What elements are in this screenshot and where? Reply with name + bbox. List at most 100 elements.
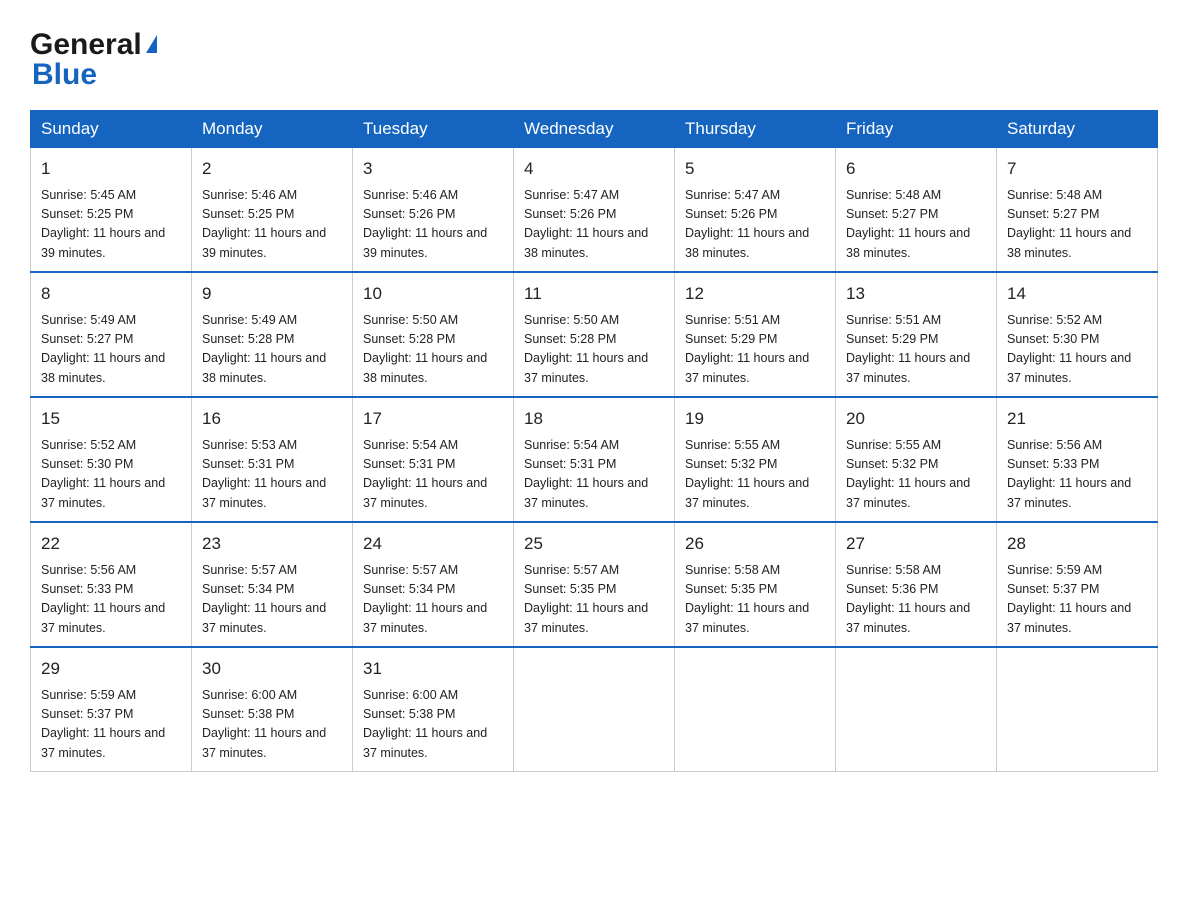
day-number: 24: [363, 531, 503, 557]
cell-info: Sunrise: 5:58 AM Sunset: 5:36 PM Dayligh…: [846, 561, 986, 639]
sunset-label: Sunset: 5:29 PM: [846, 332, 938, 346]
sunrise-label: Sunrise: 5:54 AM: [524, 438, 619, 452]
weekday-header-saturday: Saturday: [997, 111, 1158, 148]
calendar-cell: 22 Sunrise: 5:56 AM Sunset: 5:33 PM Dayl…: [31, 522, 192, 647]
sunrise-label: Sunrise: 5:55 AM: [846, 438, 941, 452]
sunset-label: Sunset: 5:34 PM: [363, 582, 455, 596]
calendar-cell: 5 Sunrise: 5:47 AM Sunset: 5:26 PM Dayli…: [675, 148, 836, 273]
cell-info: Sunrise: 5:57 AM Sunset: 5:34 PM Dayligh…: [363, 561, 503, 639]
sunset-label: Sunset: 5:32 PM: [846, 457, 938, 471]
calendar-cell: [836, 647, 997, 772]
sunset-label: Sunset: 5:31 PM: [202, 457, 294, 471]
cell-info: Sunrise: 5:50 AM Sunset: 5:28 PM Dayligh…: [363, 311, 503, 389]
day-number: 25: [524, 531, 664, 557]
sunrise-label: Sunrise: 5:46 AM: [363, 188, 458, 202]
cell-info: Sunrise: 5:47 AM Sunset: 5:26 PM Dayligh…: [524, 186, 664, 264]
sunrise-label: Sunrise: 5:54 AM: [363, 438, 458, 452]
sunset-label: Sunset: 5:31 PM: [363, 457, 455, 471]
sunset-label: Sunset: 5:32 PM: [685, 457, 777, 471]
sunrise-label: Sunrise: 5:45 AM: [41, 188, 136, 202]
weekday-header-sunday: Sunday: [31, 111, 192, 148]
calendar-cell: 16 Sunrise: 5:53 AM Sunset: 5:31 PM Dayl…: [192, 397, 353, 522]
sunset-label: Sunset: 5:35 PM: [685, 582, 777, 596]
sunrise-label: Sunrise: 5:51 AM: [685, 313, 780, 327]
calendar-cell: 21 Sunrise: 5:56 AM Sunset: 5:33 PM Dayl…: [997, 397, 1158, 522]
day-number: 31: [363, 656, 503, 682]
sunset-label: Sunset: 5:26 PM: [363, 207, 455, 221]
calendar-cell: 26 Sunrise: 5:58 AM Sunset: 5:35 PM Dayl…: [675, 522, 836, 647]
sunrise-label: Sunrise: 5:55 AM: [685, 438, 780, 452]
cell-info: Sunrise: 5:48 AM Sunset: 5:27 PM Dayligh…: [1007, 186, 1147, 264]
cell-info: Sunrise: 5:58 AM Sunset: 5:35 PM Dayligh…: [685, 561, 825, 639]
logo-triangle-icon: [146, 35, 157, 53]
day-number: 4: [524, 156, 664, 182]
day-number: 2: [202, 156, 342, 182]
calendar-cell: 18 Sunrise: 5:54 AM Sunset: 5:31 PM Dayl…: [514, 397, 675, 522]
calendar-cell: 6 Sunrise: 5:48 AM Sunset: 5:27 PM Dayli…: [836, 148, 997, 273]
calendar-cell: 23 Sunrise: 5:57 AM Sunset: 5:34 PM Dayl…: [192, 522, 353, 647]
sunset-label: Sunset: 5:28 PM: [524, 332, 616, 346]
daylight-label: Daylight: 11 hours and 38 minutes.: [846, 226, 970, 259]
day-number: 5: [685, 156, 825, 182]
sunset-label: Sunset: 5:28 PM: [363, 332, 455, 346]
daylight-label: Daylight: 11 hours and 37 minutes.: [363, 726, 487, 759]
sunset-label: Sunset: 5:37 PM: [1007, 582, 1099, 596]
sunset-label: Sunset: 5:26 PM: [524, 207, 616, 221]
day-number: 27: [846, 531, 986, 557]
calendar-week-3: 15 Sunrise: 5:52 AM Sunset: 5:30 PM Dayl…: [31, 397, 1158, 522]
cell-info: Sunrise: 5:59 AM Sunset: 5:37 PM Dayligh…: [1007, 561, 1147, 639]
calendar-cell: 28 Sunrise: 5:59 AM Sunset: 5:37 PM Dayl…: [997, 522, 1158, 647]
sunset-label: Sunset: 5:30 PM: [41, 457, 133, 471]
calendar-cell: 10 Sunrise: 5:50 AM Sunset: 5:28 PM Dayl…: [353, 272, 514, 397]
day-number: 16: [202, 406, 342, 432]
day-number: 6: [846, 156, 986, 182]
daylight-label: Daylight: 11 hours and 37 minutes.: [202, 601, 326, 634]
sunrise-label: Sunrise: 5:49 AM: [41, 313, 136, 327]
sunrise-label: Sunrise: 5:56 AM: [1007, 438, 1102, 452]
calendar-cell: 8 Sunrise: 5:49 AM Sunset: 5:27 PM Dayli…: [31, 272, 192, 397]
sunrise-label: Sunrise: 6:00 AM: [202, 688, 297, 702]
cell-info: Sunrise: 5:57 AM Sunset: 5:35 PM Dayligh…: [524, 561, 664, 639]
daylight-label: Daylight: 11 hours and 39 minutes.: [41, 226, 165, 259]
daylight-label: Daylight: 11 hours and 37 minutes.: [524, 601, 648, 634]
weekday-header-wednesday: Wednesday: [514, 111, 675, 148]
sunrise-label: Sunrise: 5:57 AM: [202, 563, 297, 577]
sunrise-label: Sunrise: 5:59 AM: [1007, 563, 1102, 577]
daylight-label: Daylight: 11 hours and 37 minutes.: [685, 601, 809, 634]
cell-info: Sunrise: 5:51 AM Sunset: 5:29 PM Dayligh…: [685, 311, 825, 389]
sunset-label: Sunset: 5:38 PM: [202, 707, 294, 721]
daylight-label: Daylight: 11 hours and 37 minutes.: [846, 476, 970, 509]
calendar-cell: 7 Sunrise: 5:48 AM Sunset: 5:27 PM Dayli…: [997, 148, 1158, 273]
weekday-header-tuesday: Tuesday: [353, 111, 514, 148]
daylight-label: Daylight: 11 hours and 37 minutes.: [1007, 476, 1131, 509]
calendar-cell: [997, 647, 1158, 772]
sunrise-label: Sunrise: 5:47 AM: [524, 188, 619, 202]
page-header: General Blue: [30, 20, 1158, 92]
sunrise-label: Sunrise: 5:51 AM: [846, 313, 941, 327]
calendar-cell: 17 Sunrise: 5:54 AM Sunset: 5:31 PM Dayl…: [353, 397, 514, 522]
sunrise-label: Sunrise: 5:48 AM: [1007, 188, 1102, 202]
day-number: 28: [1007, 531, 1147, 557]
cell-info: Sunrise: 5:52 AM Sunset: 5:30 PM Dayligh…: [41, 436, 181, 514]
sunset-label: Sunset: 5:27 PM: [41, 332, 133, 346]
daylight-label: Daylight: 11 hours and 37 minutes.: [41, 726, 165, 759]
sunset-label: Sunset: 5:31 PM: [524, 457, 616, 471]
daylight-label: Daylight: 11 hours and 37 minutes.: [1007, 351, 1131, 384]
daylight-label: Daylight: 11 hours and 39 minutes.: [202, 226, 326, 259]
sunrise-label: Sunrise: 5:48 AM: [846, 188, 941, 202]
sunrise-label: Sunrise: 5:56 AM: [41, 563, 136, 577]
day-number: 9: [202, 281, 342, 307]
day-number: 19: [685, 406, 825, 432]
day-number: 30: [202, 656, 342, 682]
calendar-week-2: 8 Sunrise: 5:49 AM Sunset: 5:27 PM Dayli…: [31, 272, 1158, 397]
calendar-cell: 14 Sunrise: 5:52 AM Sunset: 5:30 PM Dayl…: [997, 272, 1158, 397]
sunset-label: Sunset: 5:28 PM: [202, 332, 294, 346]
calendar-cell: 20 Sunrise: 5:55 AM Sunset: 5:32 PM Dayl…: [836, 397, 997, 522]
day-number: 3: [363, 156, 503, 182]
calendar-cell: 3 Sunrise: 5:46 AM Sunset: 5:26 PM Dayli…: [353, 148, 514, 273]
daylight-label: Daylight: 11 hours and 37 minutes.: [524, 476, 648, 509]
daylight-label: Daylight: 11 hours and 38 minutes.: [685, 226, 809, 259]
day-number: 10: [363, 281, 503, 307]
day-number: 11: [524, 281, 664, 307]
sunset-label: Sunset: 5:33 PM: [1007, 457, 1099, 471]
